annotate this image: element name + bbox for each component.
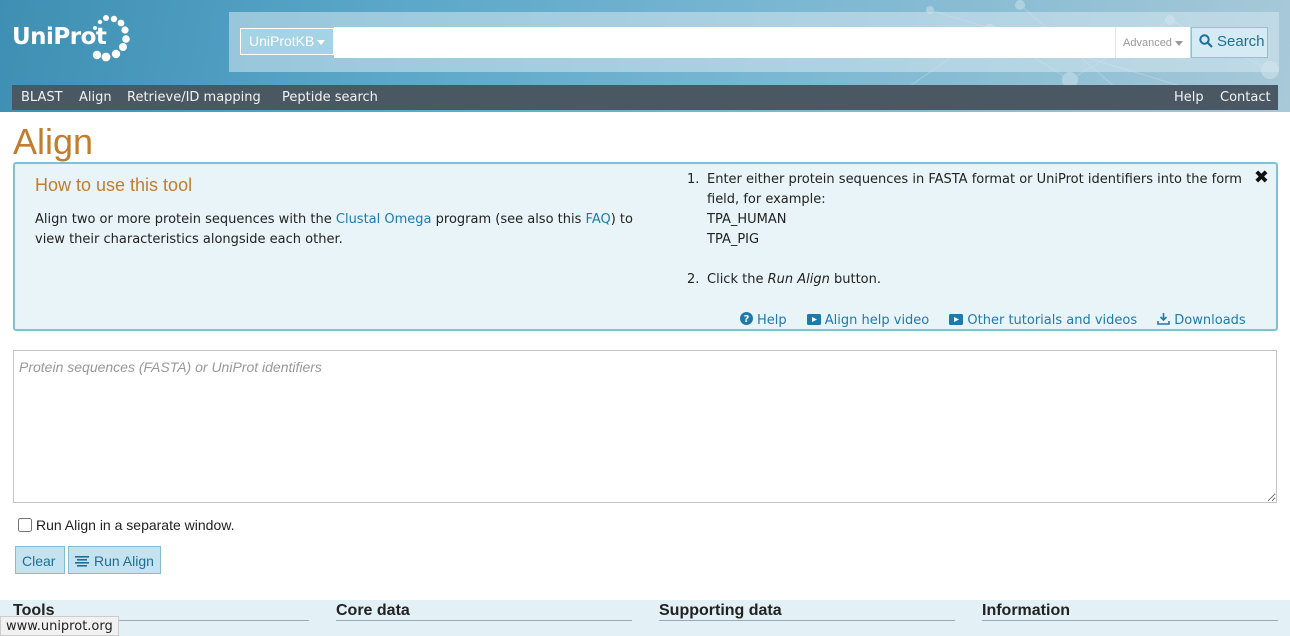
search-icon (1199, 34, 1213, 48)
footer-divider (336, 620, 632, 621)
step-2: 2. Click the Run Align button. (687, 270, 1247, 290)
search-button[interactable]: Search (1191, 27, 1268, 58)
how-to-title: How to use this tool (35, 175, 193, 195)
desc-mid: program (see also this (431, 212, 586, 227)
footer-heading-information: Information (982, 602, 1070, 619)
main-nav: BLAST Align Retrieve/ID mapping Peptide … (12, 85, 1278, 110)
how-to-steps: 1. Enter either protein sequences in FAS… (687, 170, 1247, 290)
step-number: 1. (687, 172, 700, 187)
separate-window-label: Run Align in a separate window. (36, 517, 235, 533)
chevron-down-icon (1174, 40, 1183, 46)
logo-dots-icon (92, 15, 130, 62)
search-panel: UniProtKB Advanced Search (229, 12, 1279, 72)
database-select[interactable]: UniProtKB (240, 28, 334, 55)
footer-divider (982, 620, 1278, 621)
svg-text:?: ? (744, 314, 750, 325)
nav-help[interactable]: Help (1174, 90, 1204, 105)
footer-divider (659, 620, 955, 621)
nav-retrieve-id-mapping[interactable]: Retrieve/ID mapping (127, 90, 261, 105)
sequence-input[interactable] (13, 350, 1277, 503)
search-input[interactable] (334, 27, 1115, 58)
uniprot-logo[interactable]: UniProt (12, 14, 130, 64)
chevron-down-icon (317, 39, 326, 45)
tutorials-videos-label: Other tutorials and videos (967, 313, 1138, 328)
page-title: Align (13, 121, 94, 162)
step-1: 1. Enter either protein sequences in FAS… (687, 170, 1247, 250)
downloads-link[interactable]: Downloads (1157, 312, 1246, 328)
faq-link[interactable]: FAQ (586, 212, 611, 227)
download-icon (1157, 313, 1171, 325)
step-number: 2. (687, 272, 700, 287)
nav-align[interactable]: Align (79, 90, 112, 105)
step-2-emphasis: Run Align (767, 272, 830, 287)
nav-peptide-search[interactable]: Peptide search (282, 90, 378, 105)
database-select-label: UniProtKB (249, 33, 315, 49)
step-2-prefix: Click the (707, 272, 768, 287)
advanced-search-toggle[interactable]: Advanced (1115, 27, 1190, 58)
separate-window-option[interactable]: Run Align in a separate window. (18, 517, 234, 533)
help-link-label: Help (757, 313, 787, 328)
clustal-omega-link[interactable]: Clustal Omega (336, 212, 432, 227)
question-circle-icon: ? (740, 312, 753, 325)
step-2-suffix: button. (829, 272, 881, 287)
footer-heading-core-data: Core data (336, 602, 410, 619)
downloads-label: Downloads (1174, 313, 1246, 328)
video-play-icon (806, 314, 821, 325)
how-to-panel: How to use this tool Align two or more p… (13, 162, 1278, 331)
how-to-links: ? Help Align help video Other tutorials a… (740, 312, 1246, 328)
close-icon[interactable]: ✖ (1254, 167, 1269, 188)
video-play-icon (949, 314, 964, 325)
desc-prefix: Align two or more protein sequences with… (35, 212, 336, 227)
run-align-button-label: Run Align (94, 553, 154, 569)
separate-window-checkbox[interactable] (18, 518, 32, 532)
nav-contact[interactable]: Contact (1220, 90, 1271, 105)
align-lines-icon (75, 556, 89, 567)
step-1-text: Enter either protein sequences in FASTA … (707, 172, 1242, 207)
tutorials-videos-link[interactable]: Other tutorials and videos (949, 313, 1137, 328)
help-link[interactable]: ? Help (740, 312, 787, 328)
example-id: TPA_HUMAN (707, 212, 787, 227)
align-help-video-link[interactable]: Align help video (806, 313, 930, 328)
footer-heading-supporting-data: Supporting data (659, 602, 782, 619)
example-id: TPA_PIG (707, 232, 760, 247)
status-bar-url: www.uniprot.org (0, 616, 119, 636)
clear-button-label: Clear (22, 553, 56, 569)
advanced-label: Advanced (1123, 37, 1172, 49)
site-header: UniProt UniProtKB Advanced Search BLAST (0, 0, 1290, 112)
run-align-button[interactable]: Run Align (68, 546, 161, 574)
how-to-description: Align two or more protein sequences with… (35, 210, 655, 250)
clear-button[interactable]: Clear (15, 546, 65, 574)
search-button-label: Search (1217, 33, 1265, 50)
align-help-video-label: Align help video (824, 313, 930, 328)
site-footer: Tools Core data Supporting data Informat… (0, 600, 1290, 636)
nav-blast[interactable]: BLAST (21, 90, 63, 105)
